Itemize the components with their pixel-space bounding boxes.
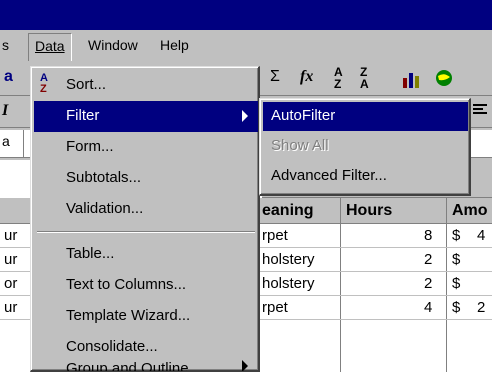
- menu-item-form[interactable]: Form...: [34, 132, 258, 163]
- menu-item-group-outline[interactable]: Group and Outline: [34, 360, 258, 371]
- sort-descending-icon[interactable]: ZA: [360, 66, 369, 90]
- menu-item-label: Form...: [66, 138, 114, 155]
- submenu-item-label: Show All: [271, 137, 329, 154]
- title-bar: [0, 0, 492, 30]
- row-cell-amount[interactable]: $: [452, 251, 460, 268]
- menu-item-label: Subtotals...: [66, 169, 142, 186]
- row-cell-service[interactable]: holstery: [262, 251, 315, 268]
- menu-item-label: Validation...: [66, 200, 144, 217]
- filter-submenu: AutoFilter Show All Advanced Filter...: [259, 98, 471, 196]
- menu-separator: [37, 231, 255, 233]
- submenu-item-autofilter[interactable]: AutoFilter: [263, 102, 468, 131]
- menu-item-data[interactable]: Data: [28, 33, 72, 61]
- menu-item-template-wizard[interactable]: Template Wizard...: [34, 301, 258, 332]
- submenu-item-label: Advanced Filter...: [271, 167, 387, 184]
- align-icon[interactable]: [472, 102, 488, 123]
- menu-item-label: Sort...: [66, 76, 107, 93]
- row-cell-name[interactable]: ur: [4, 251, 17, 268]
- menu-item-consolidate[interactable]: Consolidate...: [34, 332, 258, 363]
- sort-icon: AZ: [40, 72, 48, 95]
- header-cell-service[interactable]: eaning: [262, 202, 314, 220]
- row-cell-hours[interactable]: 2: [424, 251, 432, 268]
- function-icon[interactable]: fx: [300, 68, 313, 86]
- submenu-item-advanced-filter[interactable]: Advanced Filter...: [263, 162, 468, 191]
- row-cell-amount[interactable]: $: [452, 275, 460, 292]
- name-box[interactable]: a: [0, 130, 24, 158]
- row-cell-service[interactable]: rpet: [262, 227, 288, 244]
- submenu-arrow-icon: [242, 360, 248, 371]
- row-cell-name[interactable]: ur: [4, 227, 17, 244]
- sort-ascending-icon[interactable]: AZ: [334, 66, 343, 90]
- menu-item-label: Template Wizard...: [66, 307, 191, 324]
- menu-item-help[interactable]: Help: [160, 37, 189, 53]
- autosum-icon[interactable]: Σ: [270, 68, 280, 86]
- row-cell-name[interactable]: or: [4, 275, 17, 292]
- submenu-item-label: AutoFilter: [271, 107, 336, 124]
- row-cell-service[interactable]: rpet: [262, 299, 288, 316]
- menu-item-window[interactable]: Window: [88, 37, 138, 53]
- submenu-arrow-icon: [242, 110, 248, 122]
- submenu-item-show-all[interactable]: Show All: [263, 132, 468, 161]
- data-menu: AZ Sort... Filter Form... Subtotals... V…: [30, 66, 260, 372]
- row-cell-amount[interactable]: $ 2: [452, 299, 485, 316]
- menu-bar: s Data Window Help: [0, 31, 492, 61]
- menu-item-label: Text to Columns...: [66, 276, 187, 293]
- row-cell-service[interactable]: holstery: [262, 275, 315, 292]
- row-cell-hours[interactable]: 4: [424, 299, 432, 316]
- header-cell-amount[interactable]: Amo: [452, 202, 488, 220]
- italic-button[interactable]: I: [2, 102, 8, 120]
- menu-item-label: Table...: [66, 245, 115, 262]
- header-cell-hours[interactable]: Hours: [346, 202, 392, 220]
- map-icon[interactable]: [434, 68, 454, 93]
- menu-item-sort[interactable]: AZ Sort...: [34, 70, 258, 101]
- menu-item-label: Group and Outline: [66, 360, 189, 371]
- menu-item-text-to-columns[interactable]: Text to Columns...: [34, 270, 258, 301]
- menu-item-subtotals[interactable]: Subtotals...: [34, 163, 258, 194]
- toolbar-partial-icon[interactable]: a: [4, 68, 13, 86]
- menu-item-validation[interactable]: Validation...: [34, 194, 258, 225]
- row-cell-amount[interactable]: $ 4: [452, 227, 485, 244]
- chart-wizard-icon[interactable]: [402, 70, 422, 93]
- menu-item-label: Filter: [66, 107, 100, 124]
- row-cell-name[interactable]: ur: [4, 299, 17, 316]
- row-cell-hours[interactable]: 8: [424, 227, 432, 244]
- menu-item-label: Consolidate...: [66, 338, 158, 355]
- menu-item-tools-partial[interactable]: s: [2, 37, 9, 53]
- menu-item-table[interactable]: Table...: [34, 239, 258, 270]
- row-cell-hours[interactable]: 2: [424, 275, 432, 292]
- menu-item-filter[interactable]: Filter: [34, 101, 258, 132]
